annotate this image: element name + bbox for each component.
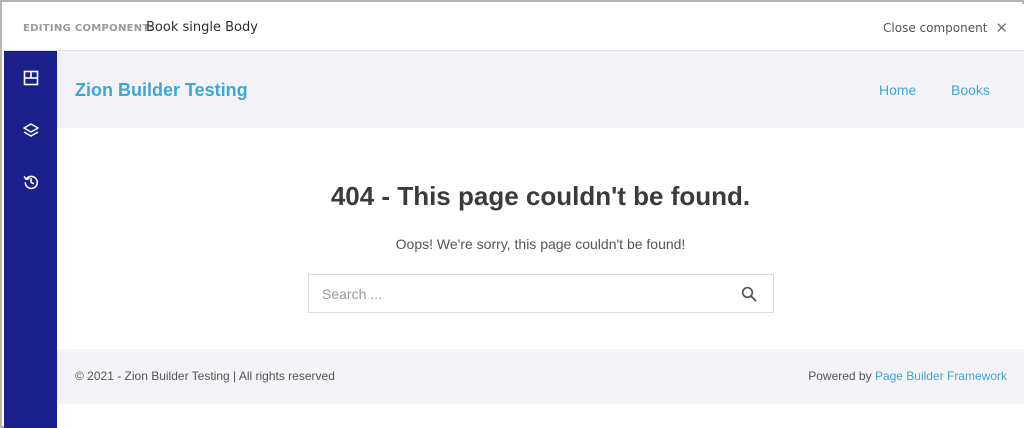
close-component-button[interactable]: Close component ✕ bbox=[883, 19, 1008, 37]
editor-sidebar bbox=[4, 51, 57, 428]
history-icon[interactable] bbox=[18, 169, 44, 195]
search-form bbox=[308, 274, 774, 313]
search-input[interactable] bbox=[309, 275, 729, 312]
powered-by-label: Powered by bbox=[808, 369, 872, 383]
search-icon[interactable] bbox=[739, 284, 759, 304]
site-preview: Zion Builder Testing Home Books 404 - Th… bbox=[57, 51, 1024, 428]
nav-books-link[interactable]: Books bbox=[951, 82, 990, 98]
layout-grid-icon[interactable] bbox=[18, 65, 44, 91]
page-title: 404 - This page couldn't be found. bbox=[330, 181, 751, 211]
layers-icon[interactable] bbox=[18, 117, 44, 143]
editor-frame: EDITING COMPONENT: Book single Body Clos… bbox=[0, 0, 1024, 428]
editor-topbar: EDITING COMPONENT: Book single Body Clos… bbox=[4, 4, 1024, 51]
site-header: Zion Builder Testing Home Books bbox=[57, 51, 1024, 128]
close-component-label: Close component bbox=[883, 21, 988, 35]
editing-component-label: EDITING COMPONENT: bbox=[23, 23, 154, 34]
nav-home-link[interactable]: Home bbox=[879, 82, 916, 98]
powered-by: Powered by Page Builder Framework bbox=[808, 369, 1007, 383]
component-name: Book single Body bbox=[146, 20, 258, 35]
copyright-text: © 2021 - Zion Builder Testing | All righ… bbox=[75, 369, 335, 383]
site-title[interactable]: Zion Builder Testing bbox=[75, 80, 248, 101]
error-message: Oops! We're sorry, this page couldn't be… bbox=[395, 236, 686, 252]
site-footer: © 2021 - Zion Builder Testing | All righ… bbox=[57, 349, 1024, 404]
page-builder-framework-link[interactable]: Page Builder Framework bbox=[875, 369, 1007, 383]
close-icon: ✕ bbox=[995, 19, 1008, 37]
